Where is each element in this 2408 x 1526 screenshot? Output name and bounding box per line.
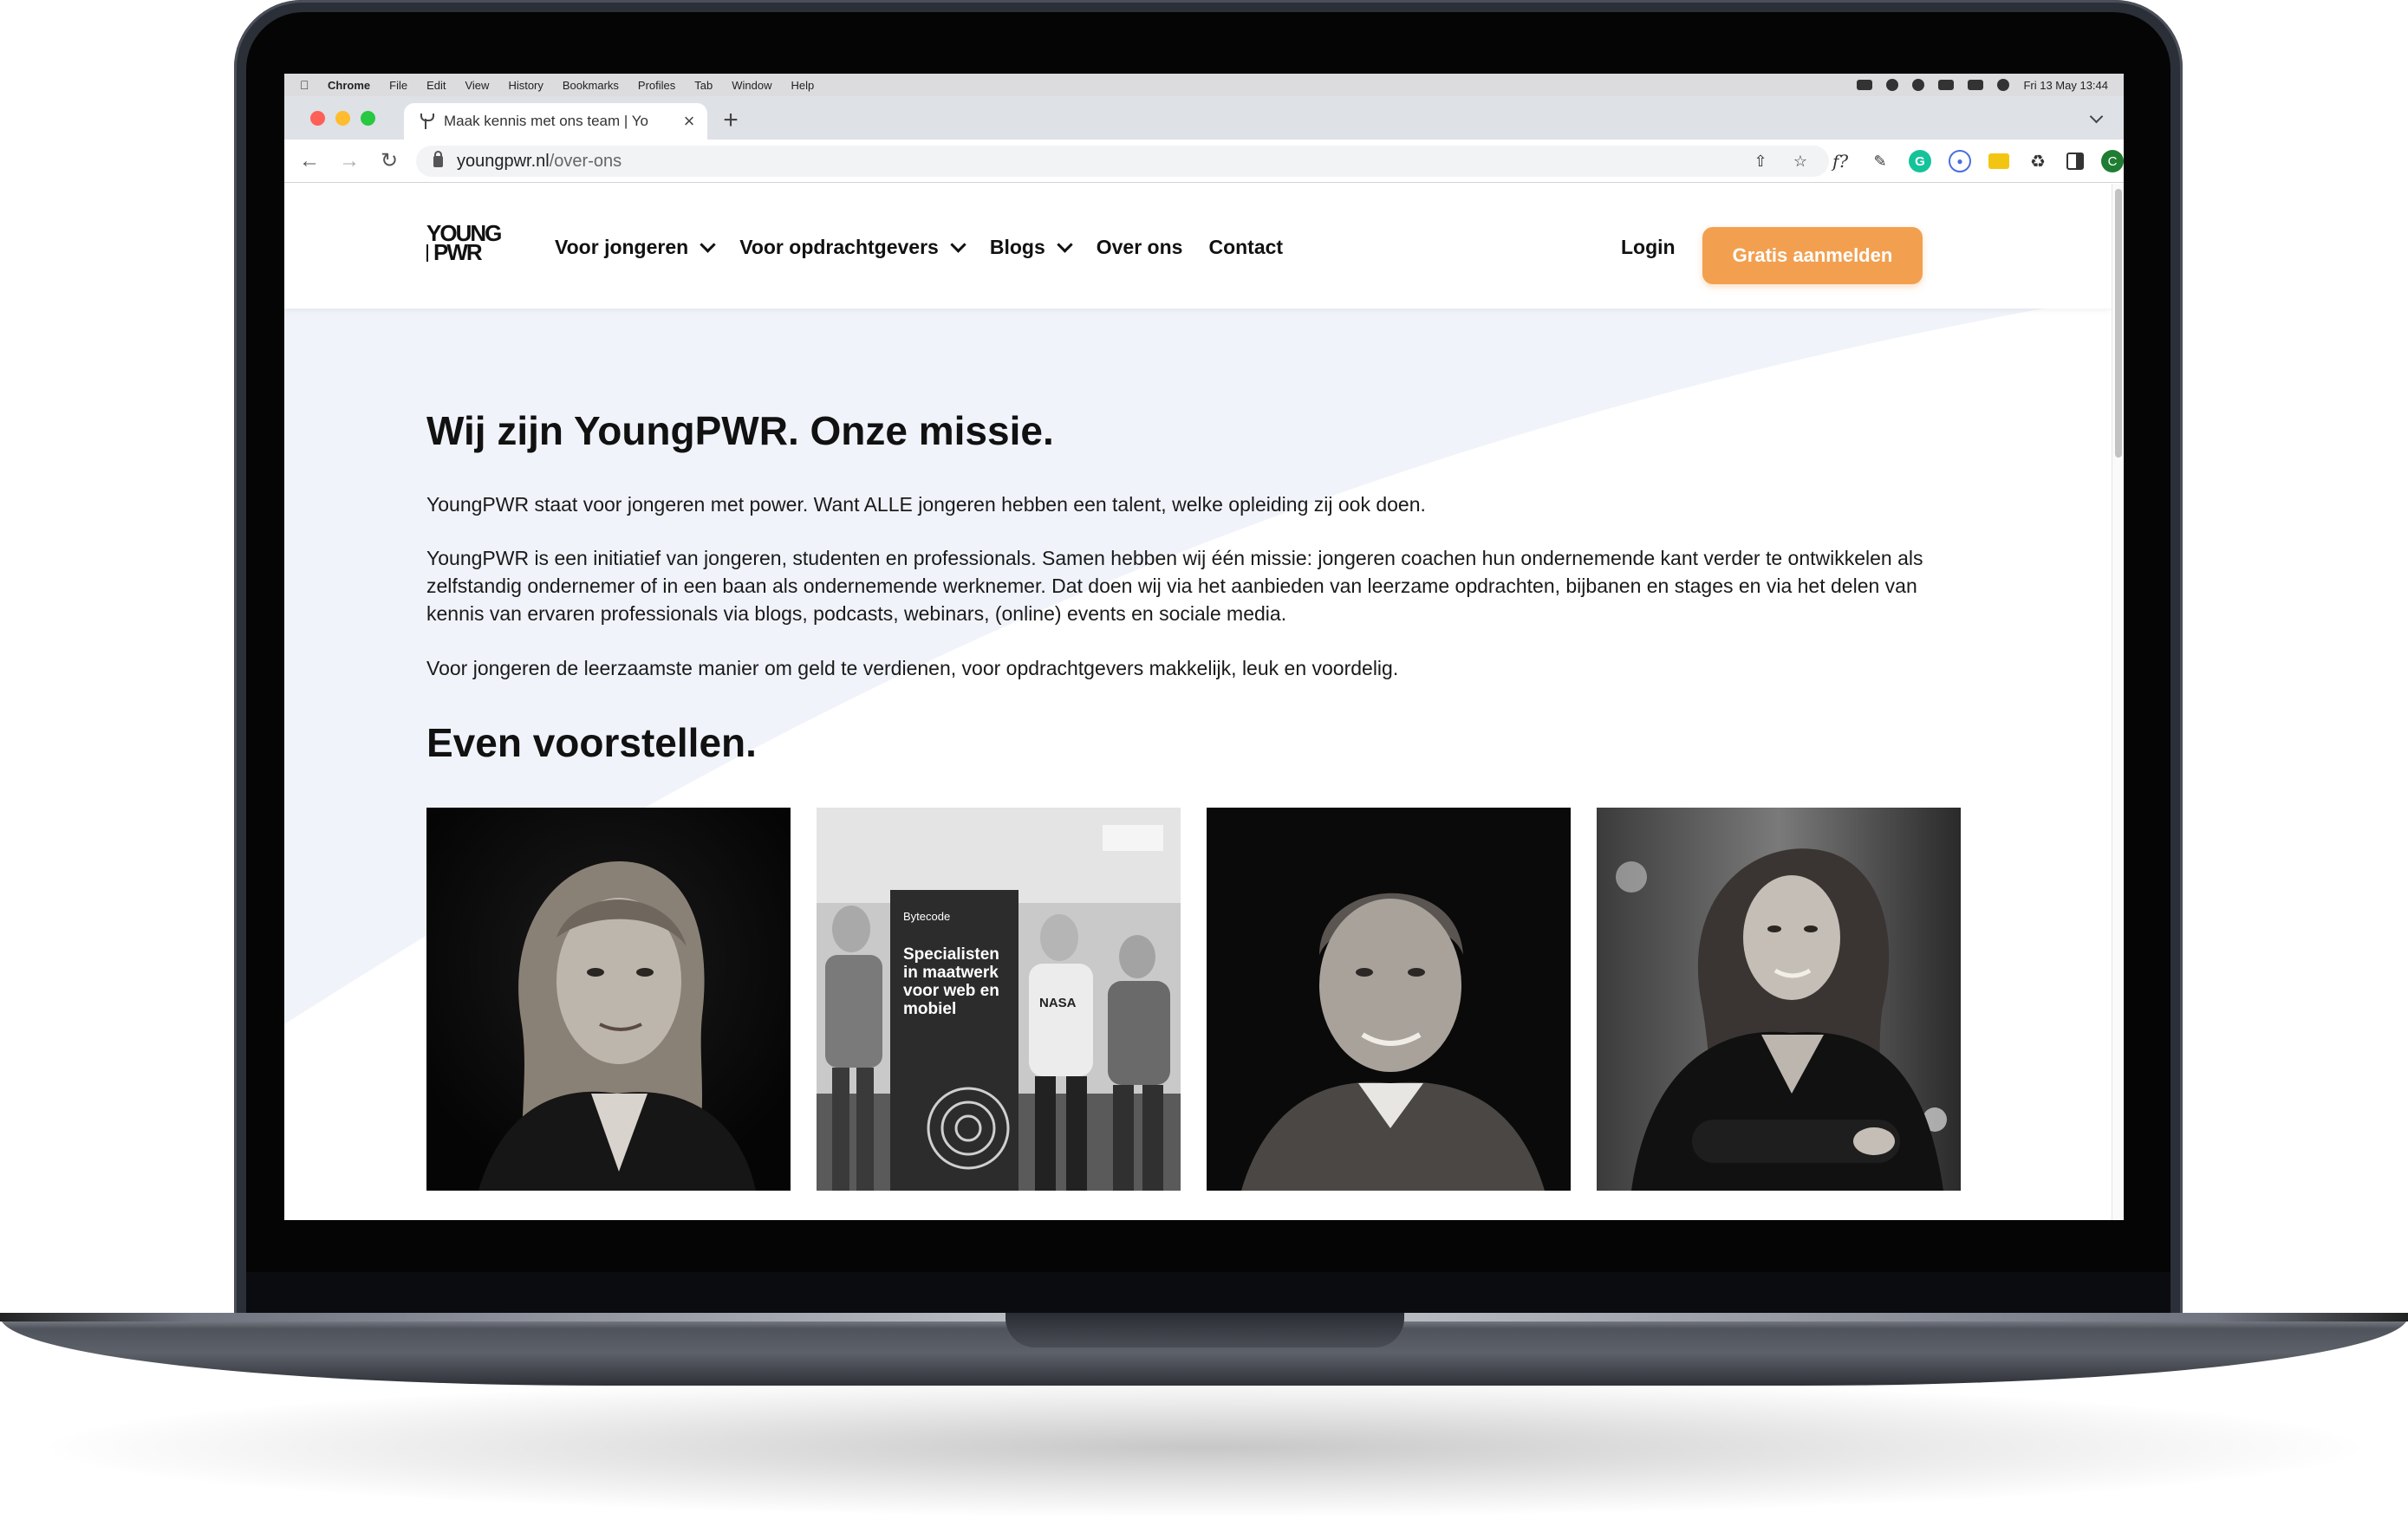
browser-toolbar: ← → ↻ youngpwr.nl/over-ons ⇧ ☆ f? ✎ G ● … — [284, 140, 2124, 183]
menu-edit[interactable]: Edit — [426, 79, 446, 92]
apple-icon[interactable]:  — [300, 79, 312, 91]
grammarly-icon[interactable]: G — [1909, 150, 1931, 172]
team-photo-grid: Bytecode Specialisten in maatwerk voor w… — [426, 808, 1961, 1191]
mission-paragraph: YoungPWR is een initiatief van jongeren,… — [426, 547, 1923, 625]
page-scrollbar[interactable] — [2112, 184, 2124, 1220]
team-photo-man-portrait[interactable] — [1207, 808, 1571, 1191]
nav-label: Voor opdrachtgevers — [739, 236, 939, 258]
nav-label: Contact — [1208, 236, 1284, 258]
menu-file[interactable]: File — [389, 79, 407, 92]
team-photo-woman-arms-crossed[interactable] — [1597, 808, 1961, 1191]
menu-profiles[interactable]: Profiles — [638, 79, 675, 92]
reload-icon[interactable]: ↻ — [378, 150, 400, 172]
site-header: YOUNG PWR Voor jongeren Voor opdrachtgev… — [284, 184, 2112, 308]
shirt-print: NASA — [1039, 996, 1077, 1010]
nav-voor-jongeren[interactable]: Voor jongeren — [555, 236, 716, 259]
siri-icon[interactable] — [1997, 79, 2010, 91]
menu-bookmarks[interactable]: Bookmarks — [563, 79, 619, 92]
screen:  Chrome File Edit View History Bookmark… — [284, 74, 2124, 1220]
tab-search-chevron-icon[interactable] — [2089, 110, 2105, 126]
fullscreen-window-button[interactable] — [361, 111, 375, 126]
status-icon[interactable] — [1857, 80, 1873, 90]
close-tab-icon[interactable]: × — [678, 110, 700, 133]
site-favicon-icon — [420, 114, 434, 129]
share-icon[interactable]: ⇧ — [1749, 150, 1772, 172]
scrollbar-thumb[interactable] — [2115, 189, 2122, 458]
intro-paragraph: YoungPWR staat voor jongeren met power. … — [426, 493, 1426, 516]
laptop-chin — [246, 1272, 2170, 1314]
banner-brand: Bytecode — [903, 910, 950, 923]
tab-title: Maak kennis met ons team | Yo — [444, 113, 648, 129]
nav-label: Over ons — [1096, 236, 1183, 258]
browser-tabstrip: Maak kennis met ons team | Yo × + — [284, 96, 2124, 140]
menu-view[interactable]: View — [465, 79, 489, 92]
close-window-button[interactable] — [310, 111, 325, 126]
chevron-down-icon — [700, 237, 716, 253]
svg-text:mobiel: mobiel — [903, 1000, 956, 1018]
laptop-mockup:  Chrome File Edit View History Bookmark… — [0, 0, 2408, 1526]
signup-button[interactable]: Gratis aanmelden — [1702, 227, 1923, 284]
svg-text:Specialisten: Specialisten — [903, 945, 999, 964]
team-photo-woman-portrait[interactable] — [426, 808, 791, 1191]
menu-app-name[interactable]: Chrome — [328, 79, 370, 92]
browser-tab-active[interactable]: Maak kennis met ons team | Yo × — [404, 103, 707, 140]
svg-text:in maatwerk: in maatwerk — [903, 964, 999, 982]
nav-voor-opdrachtgevers[interactable]: Voor opdrachtgevers — [739, 236, 966, 259]
lock-icon[interactable] — [433, 150, 443, 167]
fx-extension-icon[interactable]: f? — [1829, 150, 1852, 172]
macos-menubar:  Chrome File Edit View History Bookmark… — [284, 74, 2124, 96]
status-icon[interactable] — [1912, 79, 1925, 91]
extensions-puzzle-icon[interactable]: ♻ — [2027, 150, 2049, 172]
forward-arrow-icon[interactable]: → — [338, 150, 361, 172]
chevron-down-icon — [1057, 237, 1073, 253]
url-path: /over-ons — [549, 151, 622, 171]
page-title: Wij zijn YoungPWR. Onze missie. — [426, 408, 1054, 453]
extension-area: ⇧ ☆ f? ✎ G ● ♻ C ⋮ — [1749, 148, 2124, 174]
control-center-icon[interactable] — [1968, 80, 1984, 90]
back-arrow-icon[interactable]: ← — [298, 150, 321, 172]
tagline-paragraph: Voor jongeren de leerzaamste manier om g… — [426, 657, 1399, 679]
nav-blogs[interactable]: Blogs — [989, 236, 1073, 259]
menu-history[interactable]: History — [508, 79, 543, 92]
url-host: youngpwr.nl — [457, 151, 550, 171]
window-controls — [310, 111, 375, 126]
menubar-status-area: Fri 13 May 13:44 — [1857, 74, 2108, 96]
team-photo-group-banner[interactable]: Bytecode Specialisten in maatwerk voor w… — [817, 808, 1181, 1191]
eyedropper-icon[interactable]: ✎ — [1869, 150, 1891, 172]
battery-icon[interactable] — [1938, 80, 1955, 90]
menu-help[interactable]: Help — [791, 79, 815, 92]
svg-text:voor web en: voor web en — [903, 982, 999, 1000]
menu-window[interactable]: Window — [732, 79, 771, 92]
menu-tab[interactable]: Tab — [694, 79, 713, 92]
logo-line-pwr: PWR — [426, 241, 506, 263]
side-panel-icon[interactable] — [2066, 153, 2084, 170]
page-viewport: YOUNG PWR Voor jongeren Voor opdrachtgev… — [284, 184, 2112, 1220]
minimize-window-button[interactable] — [335, 111, 350, 126]
main-navigation: Voor jongeren Voor opdrachtgevers Blogs … — [555, 236, 1283, 259]
team-heading: Even voorstellen. — [426, 720, 757, 765]
status-icon[interactable] — [1886, 79, 1899, 91]
bookmark-star-icon[interactable]: ☆ — [1789, 150, 1812, 172]
laptop-notch — [1006, 1313, 1404, 1347]
address-bar[interactable]: youngpwr.nl/over-ons — [416, 146, 1829, 177]
yellow-extension-icon[interactable] — [1988, 153, 2009, 169]
nav-label: Blogs — [989, 236, 1045, 258]
login-link[interactable]: Login — [1621, 236, 1676, 259]
nav-contact[interactable]: Contact — [1208, 236, 1283, 259]
chevron-down-icon — [950, 237, 966, 253]
menubar-clock[interactable]: Fri 13 May 13:44 — [2023, 79, 2108, 92]
password-manager-icon[interactable]: ● — [1949, 150, 1971, 172]
nav-label: Voor jongeren — [555, 236, 689, 258]
nav-over-ons[interactable]: Over ons — [1097, 236, 1183, 259]
profile-avatar[interactable]: C — [2101, 150, 2124, 172]
new-tab-icon[interactable]: + — [718, 107, 744, 133]
laptop-shadow — [52, 1378, 2358, 1516]
youngpwr-logo[interactable]: YOUNG PWR — [426, 222, 506, 269]
